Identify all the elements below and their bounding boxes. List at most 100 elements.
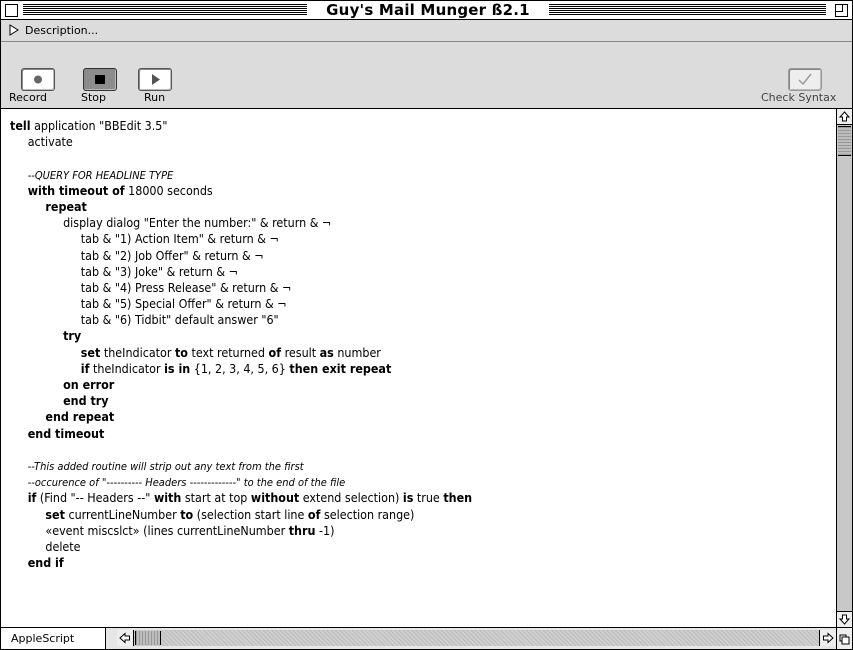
toolbar: Record Stop Run Check Syntax [1, 42, 852, 109]
code-text: display dialog "Enter the number:" & ret… [10, 215, 332, 231]
script-line[interactable]: «event miscslct» (lines currentLineNumbe… [10, 523, 472, 539]
stop-label: Stop [81, 91, 107, 104]
description-bar[interactable]: Description... [1, 20, 852, 42]
code-text: start at top [181, 490, 251, 506]
code-text: true [413, 490, 444, 506]
script-line[interactable]: activate [10, 134, 472, 150]
code-text: -1) [315, 522, 335, 538]
script-line[interactable]: if theIndicator is in {1, 2, 3, 4, 5, 6}… [10, 361, 472, 377]
script-line[interactable] [10, 442, 472, 458]
code-text: theIndicator [89, 360, 165, 376]
horizontal-scroll-thumb[interactable] [135, 631, 161, 645]
script-line[interactable]: --QUERY FOR HEADLINE TYPE [10, 167, 472, 183]
description-label[interactable]: Description... [25, 24, 98, 37]
scroll-up-arrow-icon[interactable] [837, 109, 852, 125]
zoom-box-icon[interactable] [835, 4, 848, 17]
keyword: on error [63, 377, 115, 392]
script-line[interactable]: tab & "4) Press Release" & return & ¬ [10, 280, 472, 296]
code-text: 18000 seconds [124, 182, 213, 198]
code-text: (Find "-- Headers --" [36, 490, 154, 506]
code-text: selection range) [320, 506, 415, 522]
script-line[interactable]: --occurence of "---------- Headers -----… [10, 474, 472, 490]
code-text: tab & "6) Tidbit" default answer "6" [10, 312, 279, 328]
code-text: text returned [187, 344, 269, 360]
record-label: Record [9, 91, 48, 104]
code-text: number [333, 344, 381, 360]
code-text: result [281, 344, 320, 360]
script-line[interactable]: if (Find "-- Headers --" with start at t… [10, 490, 472, 506]
keyword: set [45, 506, 65, 522]
keyword: with timeout of [27, 182, 125, 198]
code-text: delete [10, 538, 81, 554]
script-line[interactable]: tell application "BBEdit 3.5" [10, 118, 472, 134]
script-line[interactable]: tab & "6) Tidbit" default answer "6" [10, 312, 472, 328]
record-button[interactable] [21, 68, 55, 91]
script-line[interactable]: end timeout [10, 426, 472, 442]
resize-grow-box-icon[interactable] [836, 628, 852, 649]
keyword: is in [164, 360, 191, 376]
vertical-scroll-thumb[interactable] [838, 126, 851, 156]
check-syntax-label: Check Syntax [761, 91, 837, 104]
code-text: theIndicator [100, 344, 175, 360]
language-popup[interactable]: AppleScript [1, 628, 106, 649]
script-line[interactable]: tab & "5) Special Offer" & return & ¬ [10, 296, 472, 312]
code-text: (selection start line [193, 506, 308, 522]
script-editor-text-area[interactable]: tell application "BBEdit 3.5" activate -… [1, 109, 836, 627]
run-icon [152, 74, 160, 85]
disclosure-triangle-icon[interactable] [9, 24, 19, 36]
script-line[interactable]: delete [10, 539, 472, 555]
title-bar[interactable]: Guy's Mail Munger ß2.1 [1, 1, 852, 20]
script-line[interactable]: display dialog "Enter the number:" & ret… [10, 215, 472, 231]
title-bar-stripes [23, 4, 307, 15]
check-syntax-button[interactable] [788, 68, 822, 91]
script-line[interactable]: end repeat [10, 409, 472, 425]
script-line[interactable]: end try [10, 393, 472, 409]
script-line[interactable]: set theIndicator to text returned of res… [10, 345, 472, 361]
close-box-icon[interactable] [5, 4, 18, 17]
script-line[interactable]: --This added routine will strip out any … [10, 458, 472, 474]
keyword: with [153, 490, 182, 506]
scroll-down-arrow-icon[interactable] [837, 611, 852, 627]
code-text: tab & "5) Special Offer" & return & ¬ [10, 296, 287, 312]
code-text: «event miscslct» (lines currentLineNumbe… [10, 522, 289, 538]
code-text: tab & "2) Job Offer" & return & ¬ [10, 247, 264, 263]
script-line[interactable]: set currentLineNumber to (selection star… [10, 507, 472, 523]
script-line[interactable]: tab & "2) Job Offer" & return & ¬ [10, 248, 472, 264]
script-line[interactable]: tab & "1) Action Item" & return & ¬ [10, 231, 472, 247]
script-line[interactable]: with timeout of 18000 seconds [10, 183, 472, 199]
keyword: then [443, 490, 473, 506]
script-line[interactable] [10, 150, 472, 166]
vertical-scrollbar[interactable] [836, 109, 852, 627]
script-line[interactable]: end if [10, 555, 472, 571]
scroll-left-arrow-icon[interactable] [117, 630, 134, 646]
comment: --occurence of "---------- Headers -----… [27, 476, 346, 490]
keyword: of [307, 506, 321, 522]
script-editor-window: Guy's Mail Munger ß2.1 Description... Re… [0, 0, 853, 650]
script-line[interactable]: on error [10, 377, 472, 393]
script-line[interactable]: tab & "3) Joke" & return & ¬ [10, 264, 472, 280]
keyword: end repeat [45, 409, 115, 425]
script-line[interactable]: try [10, 328, 472, 344]
run-button[interactable] [138, 68, 172, 91]
keyword: end timeout [27, 425, 105, 441]
title-bar-stripes [549, 4, 826, 15]
code-text: {1, 2, 3, 4, 5, 6} [190, 360, 290, 376]
stop-button[interactable] [83, 68, 117, 91]
script-line[interactable]: repeat [10, 199, 472, 215]
horizontal-scrollbar[interactable] [117, 630, 836, 646]
script-text[interactable]: tell application "BBEdit 3.5" activate -… [10, 118, 472, 571]
scroll-right-arrow-icon[interactable] [819, 630, 836, 646]
